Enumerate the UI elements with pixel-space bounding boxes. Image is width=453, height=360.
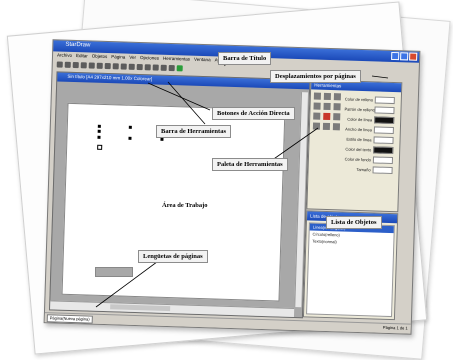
callout-toolbar: Barra de Herramientas bbox=[156, 125, 231, 138]
leader-page-tabs bbox=[95, 255, 166, 308]
callout-title-bar: Barra de Título bbox=[218, 52, 272, 65]
callout-page-tabs: Lengüetas de páginas bbox=[138, 250, 208, 263]
callout-direct-buttons: Botones de Acción Directa bbox=[212, 107, 295, 120]
callout-object-list: Lista de Objetos bbox=[326, 216, 382, 229]
leader-page-scroll bbox=[371, 75, 389, 79]
leader-toolbar bbox=[167, 81, 206, 125]
callout-tool-palette: Paleta de Herramientas bbox=[212, 158, 288, 171]
leader-direct-buttons bbox=[147, 82, 211, 111]
callout-page-scroll: Desplazamientos por páginas bbox=[270, 70, 361, 83]
callout-work-area: Área de Trabajo bbox=[162, 202, 208, 209]
